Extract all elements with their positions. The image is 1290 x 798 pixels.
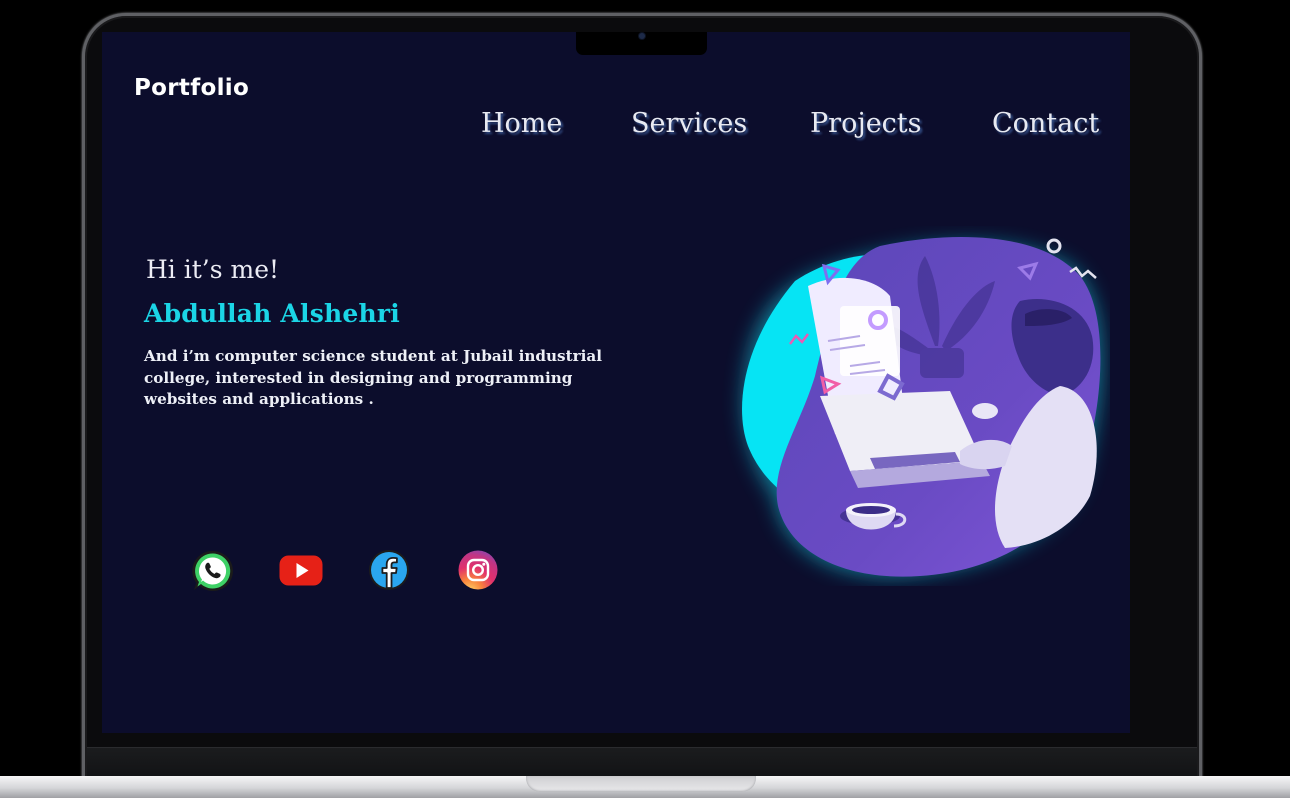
whatsapp-link[interactable] xyxy=(191,549,233,591)
youtube-icon xyxy=(279,555,323,586)
laptop-mockup: Portfolio Home Services Projects Contact… xyxy=(0,0,1290,798)
site-logo[interactable]: Portfolio xyxy=(134,75,249,101)
hero-greeting: Hi it’s me! xyxy=(146,255,280,284)
camera-icon xyxy=(639,33,645,39)
instagram-link[interactable] xyxy=(457,549,499,591)
facebook-link[interactable] xyxy=(368,549,410,591)
youtube-link[interactable] xyxy=(279,549,323,591)
laptop-base-notch xyxy=(526,776,756,792)
nav-services[interactable]: Services xyxy=(631,108,747,139)
instagram-icon xyxy=(458,550,498,590)
nav-home[interactable]: Home xyxy=(481,108,562,139)
nav-projects[interactable]: Projects xyxy=(810,108,922,139)
nav-contact[interactable]: Contact xyxy=(992,108,1099,139)
hero-name: Abdullah Alshehri xyxy=(144,299,400,328)
facebook-icon xyxy=(369,550,409,590)
developer-illustration xyxy=(742,237,1102,577)
hero-bio: And i’m computer science student at Juba… xyxy=(144,347,603,408)
whatsapp-icon xyxy=(192,550,233,591)
